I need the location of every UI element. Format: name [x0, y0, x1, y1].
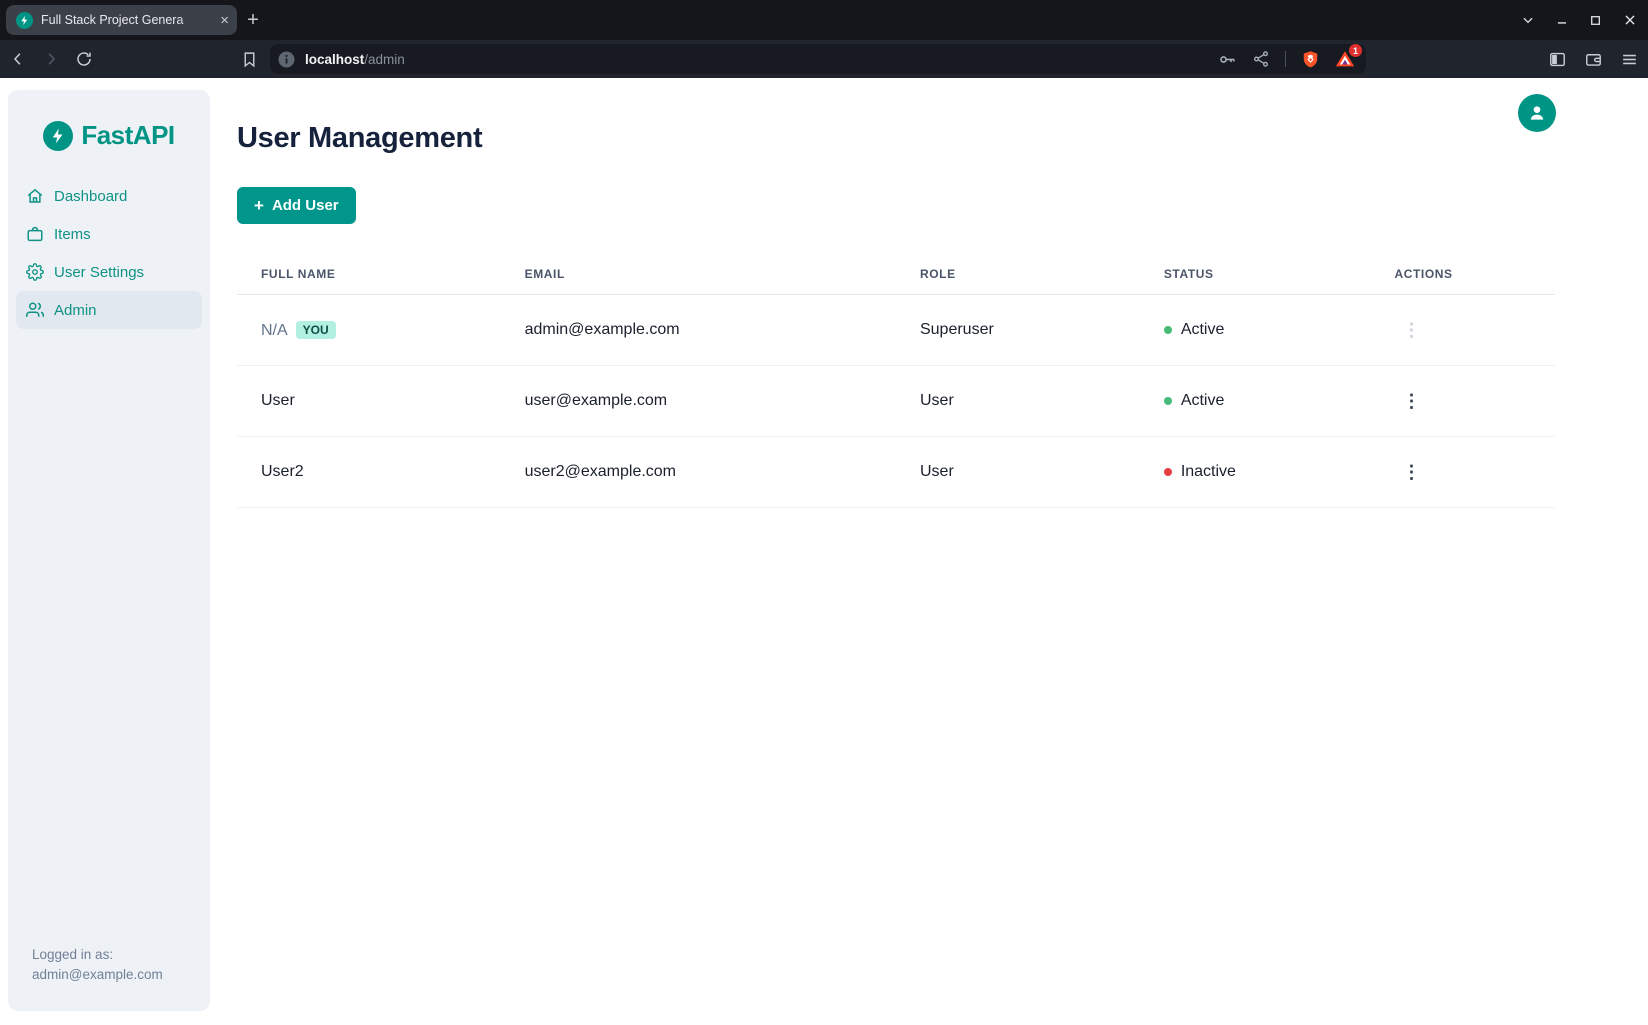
fastapi-bolt-icon [43, 121, 73, 151]
logged-in-info: Logged in as: admin@example.com [8, 945, 210, 1011]
tab-search-chevron-icon[interactable] [1519, 12, 1536, 29]
url-path: /admin [364, 52, 405, 67]
toolbar-right [1547, 40, 1639, 78]
status-dot [1164, 468, 1172, 476]
rewards-badge: 1 [1349, 44, 1362, 57]
user-avatar-icon [1527, 103, 1547, 123]
header-role: ROLE [896, 254, 1140, 295]
sidebar-item-user-settings[interactable]: User Settings [16, 253, 202, 291]
row-actions-kebab-icon[interactable]: ⋮ [1394, 390, 1428, 412]
sidebar: FastAPI Dashboard Items User Settings [8, 90, 210, 1011]
tab-title: Full Stack Project Genera [41, 13, 216, 27]
you-badge: YOU [296, 321, 336, 339]
main-area: User Management + Add User FULL NAME EMA… [210, 78, 1648, 1025]
sidebar-item-label: Items [54, 226, 91, 243]
password-key-icon[interactable] [1217, 49, 1237, 69]
sidebar-item-label: Admin [54, 302, 97, 319]
share-icon[interactable] [1251, 49, 1271, 69]
status-dot [1164, 397, 1172, 405]
status-dot [1164, 326, 1172, 334]
site-info-icon[interactable] [278, 51, 295, 68]
cell-full-name: User2 [237, 437, 501, 508]
bookmark-icon[interactable] [239, 49, 259, 69]
divider [1285, 51, 1286, 67]
window-controls [1519, 0, 1638, 40]
cell-status: Active [1181, 392, 1225, 410]
tab-bar: Full Stack Project Genera × + [0, 0, 1648, 40]
cell-status: Active [1181, 321, 1225, 339]
plus-icon: + [254, 196, 264, 216]
brave-shield-icon[interactable] [1300, 49, 1320, 69]
fastapi-favicon-icon [16, 12, 33, 29]
logged-in-label: Logged in as: [32, 945, 186, 965]
sidebar-item-items[interactable]: Items [16, 215, 202, 253]
close-window-button[interactable] [1621, 12, 1638, 29]
menu-hamburger-icon[interactable] [1619, 49, 1639, 69]
logged-in-email: admin@example.com [32, 965, 186, 985]
user-menu-button[interactable] [1518, 94, 1556, 132]
address-bar-actions: 1 [1217, 48, 1356, 70]
table-row: User user@example.com User Active ⋮ [237, 366, 1555, 437]
header-actions: ACTIONS [1370, 254, 1555, 295]
add-user-label: Add User [272, 197, 339, 214]
browser-window: Full Stack Project Genera × + [0, 0, 1648, 1025]
page-content: FastAPI Dashboard Items User Settings [0, 78, 1648, 1025]
add-user-button[interactable]: + Add User [237, 187, 356, 224]
cell-role: User [896, 366, 1140, 437]
sidebar-item-label: Dashboard [54, 188, 127, 205]
back-button[interactable] [8, 49, 28, 69]
brave-rewards-icon[interactable]: 1 [1334, 48, 1356, 70]
minimize-button[interactable] [1553, 12, 1570, 29]
table-header-row: FULL NAME EMAIL ROLE STATUS ACTIONS [237, 254, 1555, 295]
maximize-button[interactable] [1587, 12, 1604, 29]
sidebar-panel-icon[interactable] [1547, 49, 1567, 69]
browser-toolbar: localhost/admin 1 [0, 40, 1648, 78]
tab-close-icon[interactable]: × [220, 13, 229, 28]
cell-email: user@example.com [501, 366, 896, 437]
cell-status: Inactive [1181, 463, 1236, 481]
sidebar-item-dashboard[interactable]: Dashboard [16, 177, 202, 215]
header-status: STATUS [1140, 254, 1371, 295]
cell-full-name: User [237, 366, 501, 437]
nav-buttons [8, 40, 94, 78]
row-actions-kebab-icon[interactable]: ⋮ [1394, 461, 1428, 483]
browser-tab[interactable]: Full Stack Project Genera × [6, 5, 237, 35]
address-bar[interactable]: localhost/admin 1 [270, 44, 1366, 74]
cell-email: admin@example.com [501, 295, 896, 366]
header-email: EMAIL [501, 254, 896, 295]
cell-full-name: N/A [261, 322, 288, 339]
header-full-name: FULL NAME [237, 254, 501, 295]
cell-role: User [896, 437, 1140, 508]
forward-button[interactable] [41, 49, 61, 69]
page-title: User Management [237, 122, 1555, 155]
table-row: N/A YOU admin@example.com Superuser Activ… [237, 295, 1555, 366]
url-host: localhost [305, 52, 364, 67]
table-row: User2 user2@example.com User Inactive ⋮ [237, 437, 1555, 508]
cell-role: Superuser [896, 295, 1140, 366]
wallet-icon[interactable] [1583, 49, 1603, 69]
cell-email: user2@example.com [501, 437, 896, 508]
logo-text: FastAPI [81, 120, 174, 151]
fastapi-logo: FastAPI [8, 120, 210, 151]
url-text: localhost/admin [305, 52, 405, 67]
new-tab-button[interactable]: + [240, 7, 266, 33]
sidebar-item-label: User Settings [54, 264, 144, 281]
users-table: FULL NAME EMAIL ROLE STATUS ACTIONS N/A Y… [237, 254, 1555, 508]
reload-button[interactable] [74, 49, 94, 69]
sidebar-nav: Dashboard Items User Settings Admin [8, 177, 210, 329]
row-actions-kebab-icon: ⋮ [1394, 319, 1428, 341]
sidebar-item-admin[interactable]: Admin [16, 291, 202, 329]
